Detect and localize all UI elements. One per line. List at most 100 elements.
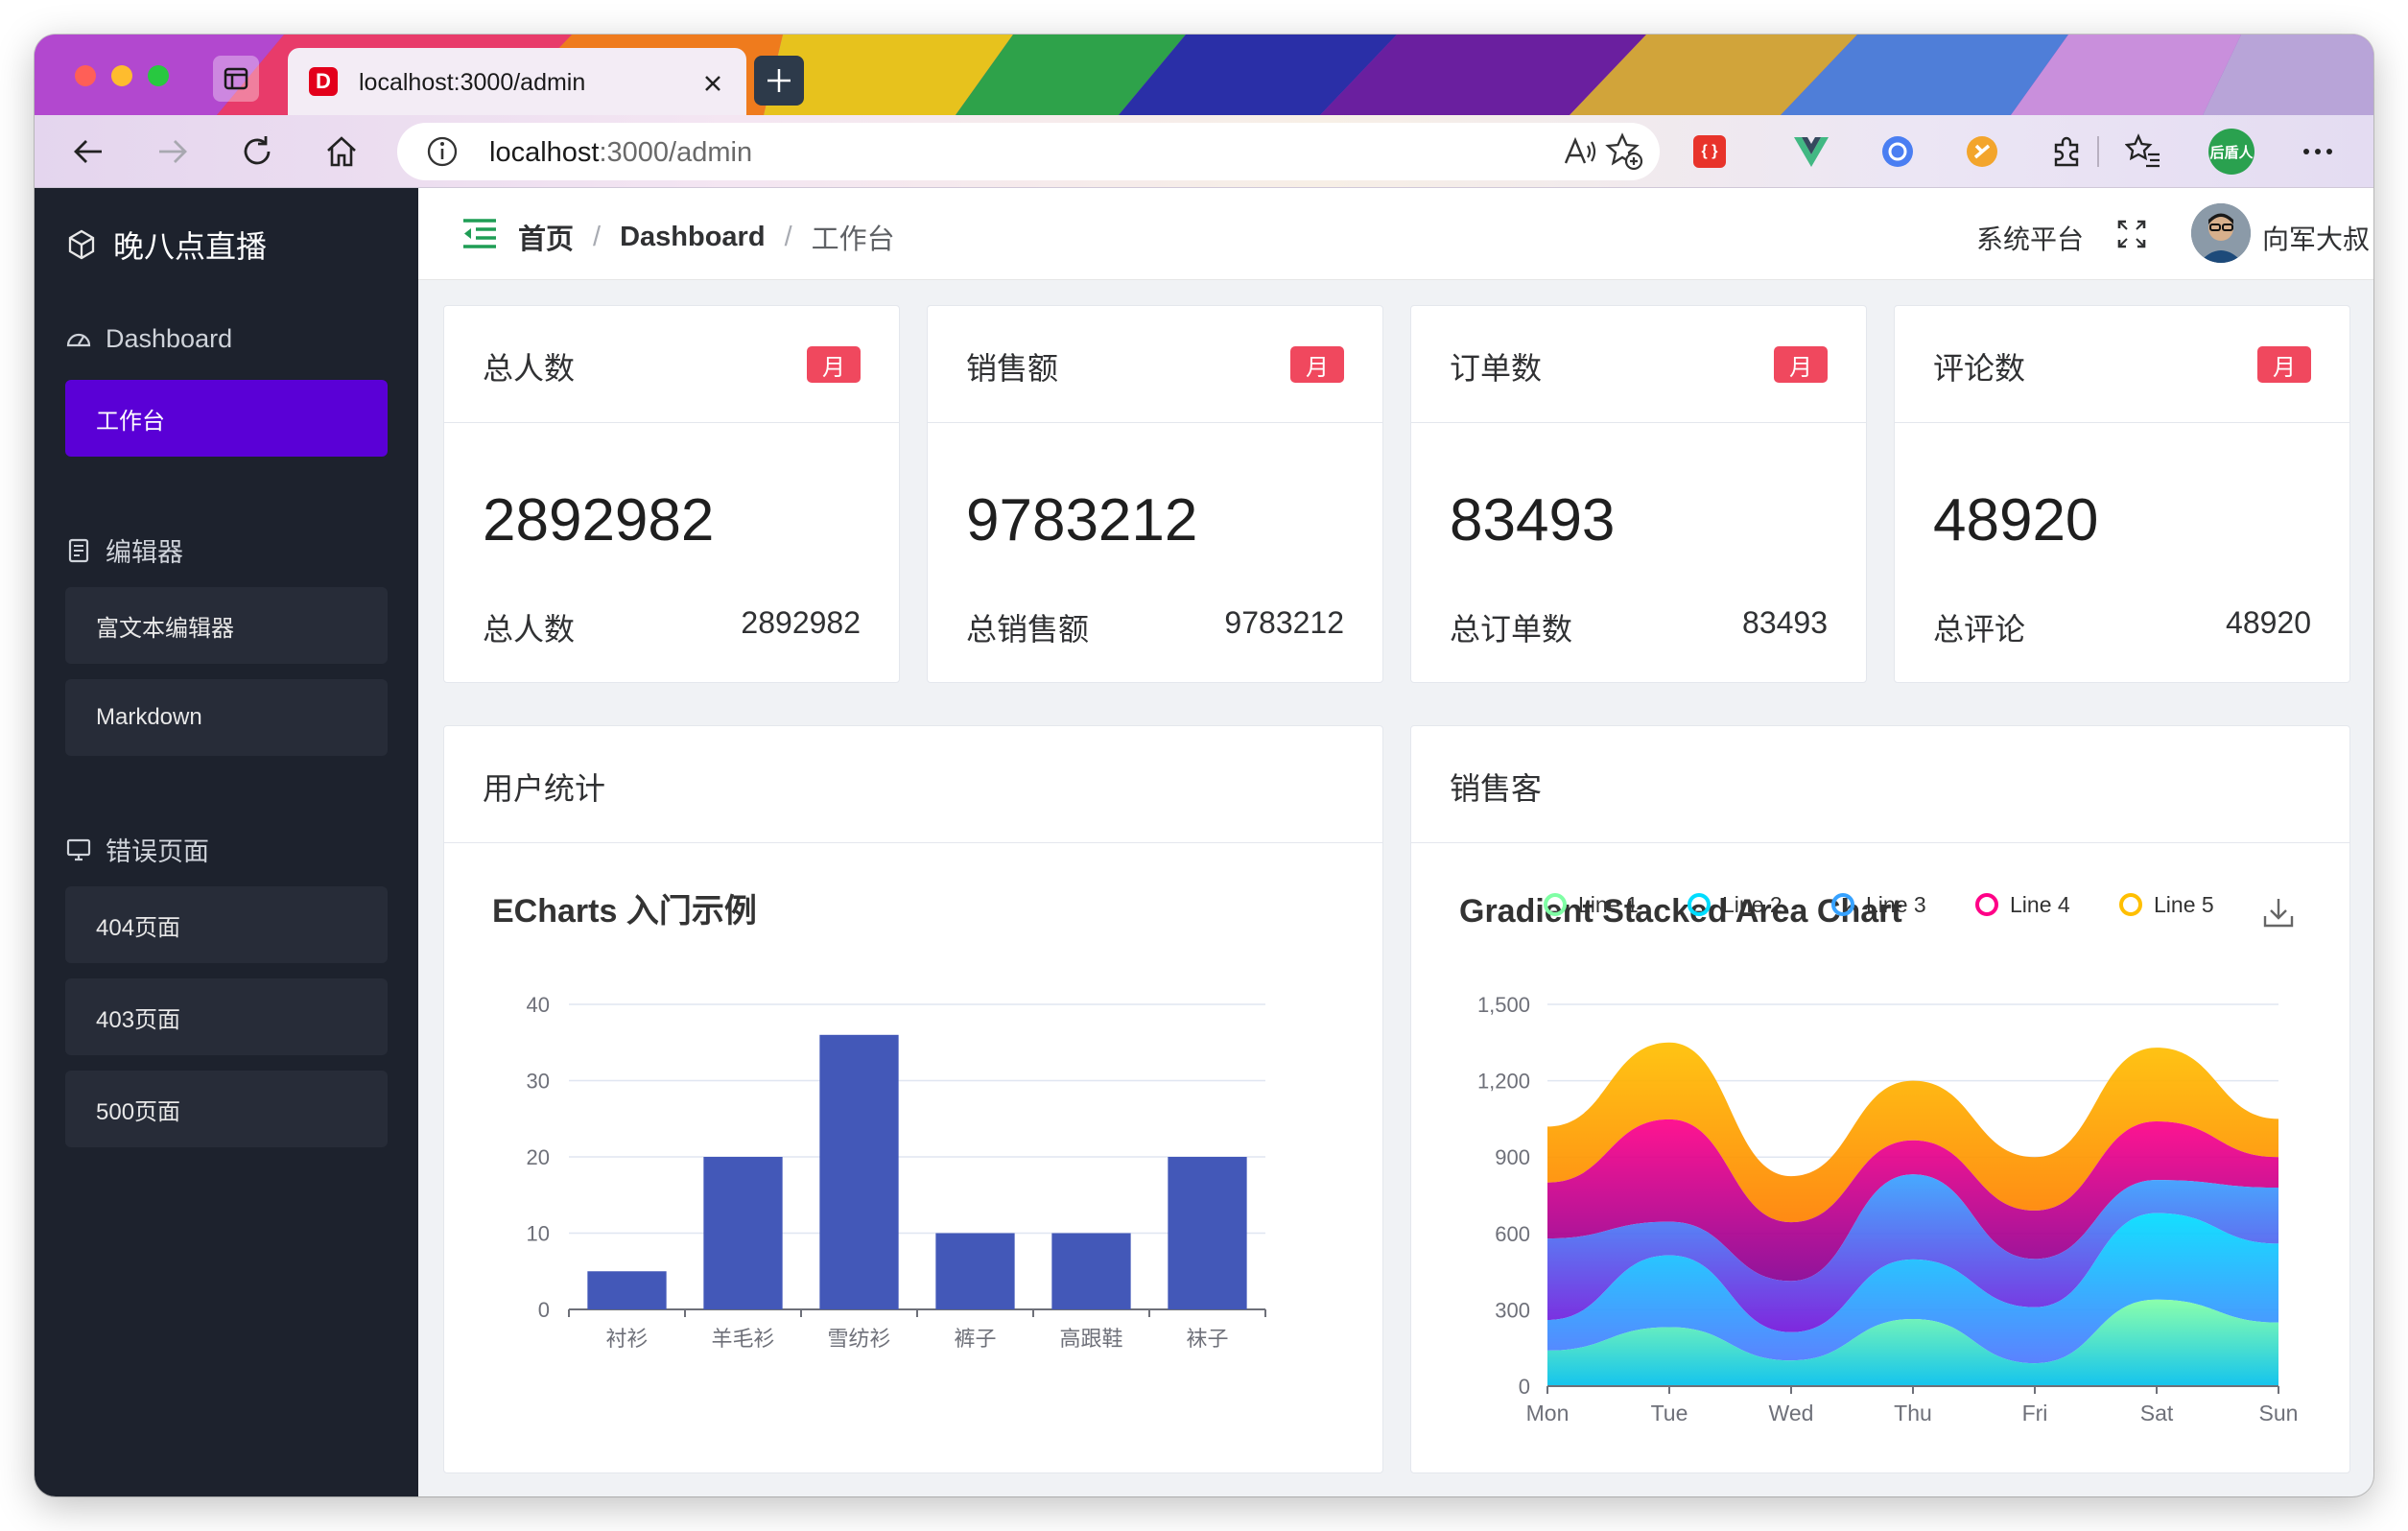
y-tick-label: 0	[538, 1298, 550, 1322]
new-tab-button[interactable]	[754, 56, 804, 106]
stat-value: 9783212	[966, 487, 1198, 554]
sidebar-item-markdown[interactable]: Markdown	[65, 679, 388, 756]
legend-label: Line 2	[1722, 892, 1782, 917]
area-chart: Gradient Stacked Area Chart03006009001,2…	[1459, 892, 2299, 1425]
extension-vue-button[interactable]	[1792, 132, 1830, 171]
y-tick-label: 10	[527, 1222, 550, 1246]
sidebar-group-editor[interactable]: 编辑器	[65, 531, 183, 569]
tab-close-icon[interactable]	[702, 73, 723, 94]
stat-card-users: 总人数 月 2892982 总人数 2892982	[443, 305, 900, 683]
legend-marker	[1975, 893, 1998, 916]
json-extension-icon: { }	[1693, 135, 1726, 168]
period-badge: 月	[807, 346, 861, 383]
stat-footer-label: 总销售额	[966, 612, 1090, 647]
card-header: 总人数 月	[444, 306, 899, 423]
more-horizontal-icon	[2303, 149, 2332, 154]
profile-label: 后盾人	[2209, 144, 2254, 161]
url-text: localhost:3000/admin	[489, 137, 752, 169]
site-favicon-icon: D	[309, 67, 338, 96]
x-tick-label: Mon	[1526, 1401, 1570, 1425]
tab-strip: D localhost:3000/admin	[35, 35, 2373, 115]
sidebar-item-404[interactable]: 404页面	[65, 886, 388, 963]
y-tick-label: 20	[527, 1145, 550, 1169]
breadcrumb-separator: /	[784, 221, 792, 252]
tab-actions-button[interactable]	[213, 56, 259, 102]
profile-avatar[interactable]: 后盾人	[2208, 129, 2255, 175]
y-tick-label: 600	[1495, 1222, 1530, 1246]
tab-active[interactable]: D localhost:3000/admin	[288, 48, 746, 115]
breadcrumb-current: 工作台	[811, 224, 895, 255]
user-avatar[interactable]	[2191, 203, 2251, 263]
card-title: 评论数	[1933, 351, 2026, 386]
panel-user-statistics: 用户统计 ECharts 入门示例 0 10 20 30 40 衬衫 羊毛衫 雪纺衫 裤子 高跟鞋 袜…	[443, 725, 1383, 1473]
sidebar-item-workbench[interactable]: 工作台	[65, 380, 388, 457]
sidebar-group-error-pages[interactable]: 错误页面	[65, 831, 209, 868]
more-menu-button[interactable]	[2299, 132, 2337, 171]
plus-icon	[767, 69, 791, 92]
sidebar-item-500[interactable]: 500页面	[65, 1071, 388, 1147]
bar-6	[1168, 1157, 1247, 1309]
panel-title: 用户统计	[483, 771, 606, 806]
vue-devtools-icon	[1794, 137, 1829, 167]
platform-link[interactable]: 系统平台	[1976, 219, 2084, 257]
document-icon	[68, 538, 89, 562]
orange-extension-icon	[1967, 136, 1997, 167]
stat-footer-value: 2892982	[741, 605, 861, 640]
x-tick-label: 袜子	[1186, 1327, 1228, 1351]
sidebar-group-dashboard[interactable]: Dashboard	[65, 324, 232, 354]
x-tick-label: Sun	[2259, 1401, 2299, 1425]
stat-value: 48920	[1933, 487, 2099, 554]
stat-value: 2892982	[483, 487, 715, 554]
legend-label: Line 5	[2154, 892, 2214, 917]
forward-button[interactable]	[150, 129, 196, 175]
x-tick-label: 裤子	[954, 1327, 996, 1351]
stat-card-sales: 销售额 月 9783212 总销售额 9783212	[927, 305, 1383, 683]
read-aloud-icon[interactable]	[1562, 132, 1600, 171]
tab-actions-icon	[224, 67, 248, 90]
bar-3	[819, 1034, 899, 1309]
extension-json-button[interactable]: { }	[1690, 132, 1729, 171]
sidebar-item-rich-text-editor[interactable]: 富文本编辑器	[65, 587, 388, 664]
back-button[interactable]	[65, 129, 111, 175]
favorite-add-icon[interactable]	[1604, 131, 1644, 172]
monitor-icon	[66, 838, 91, 860]
legend-label: Line 1	[1578, 892, 1639, 917]
minimize-window-button[interactable]	[111, 65, 132, 86]
extension-translate-button[interactable]	[1878, 132, 1917, 171]
extensions-button[interactable]	[2047, 132, 2086, 171]
breadcrumb-home[interactable]: 首页	[518, 217, 574, 257]
y-tick-label: 1,200	[1477, 1070, 1530, 1094]
fullscreen-icon[interactable]	[2116, 219, 2147, 249]
stat-footer-label: 总订单数	[1450, 612, 1573, 647]
sidebar-item-label: 404页面	[96, 914, 181, 941]
sidebar-group-label: 错误页面	[106, 837, 209, 866]
home-button[interactable]	[319, 129, 365, 175]
download-icon[interactable]	[2263, 899, 2294, 928]
user-photo-icon	[2191, 203, 2251, 263]
legend-label: Line 4	[2010, 892, 2070, 917]
close-window-button[interactable]	[75, 65, 96, 86]
bar-2	[703, 1157, 783, 1309]
x-tick-label: Sat	[2140, 1401, 2174, 1425]
stat-footer-value: 83493	[1742, 605, 1828, 640]
dashboard-icon	[66, 333, 91, 346]
extension-tampermonkey-button[interactable]	[1963, 132, 2001, 171]
card-header: 销售额 月	[928, 306, 1382, 423]
menu-fold-icon[interactable]	[460, 217, 499, 251]
cube-icon	[68, 229, 95, 260]
username[interactable]: 向军大叔	[2262, 219, 2370, 257]
breadcrumb-dashboard[interactable]: Dashboard	[620, 222, 765, 253]
chart-title: ECharts 入门示例	[492, 893, 757, 930]
bar-4	[935, 1233, 1015, 1309]
reload-button[interactable]	[234, 129, 280, 175]
url-input[interactable]: localhost:3000/admin	[397, 123, 1660, 180]
y-tick-label: 300	[1495, 1298, 1530, 1322]
x-tick-label: Thu	[1894, 1401, 1932, 1425]
sidebar-item-403[interactable]: 403页面	[65, 978, 388, 1055]
favorites-button[interactable]	[2124, 132, 2162, 171]
info-icon[interactable]	[426, 135, 459, 168]
card-title: 总人数	[483, 351, 576, 386]
url-path: :3000/admin	[599, 137, 753, 168]
tab-title: localhost:3000/admin	[359, 69, 586, 96]
maximize-window-button[interactable]	[148, 65, 169, 86]
